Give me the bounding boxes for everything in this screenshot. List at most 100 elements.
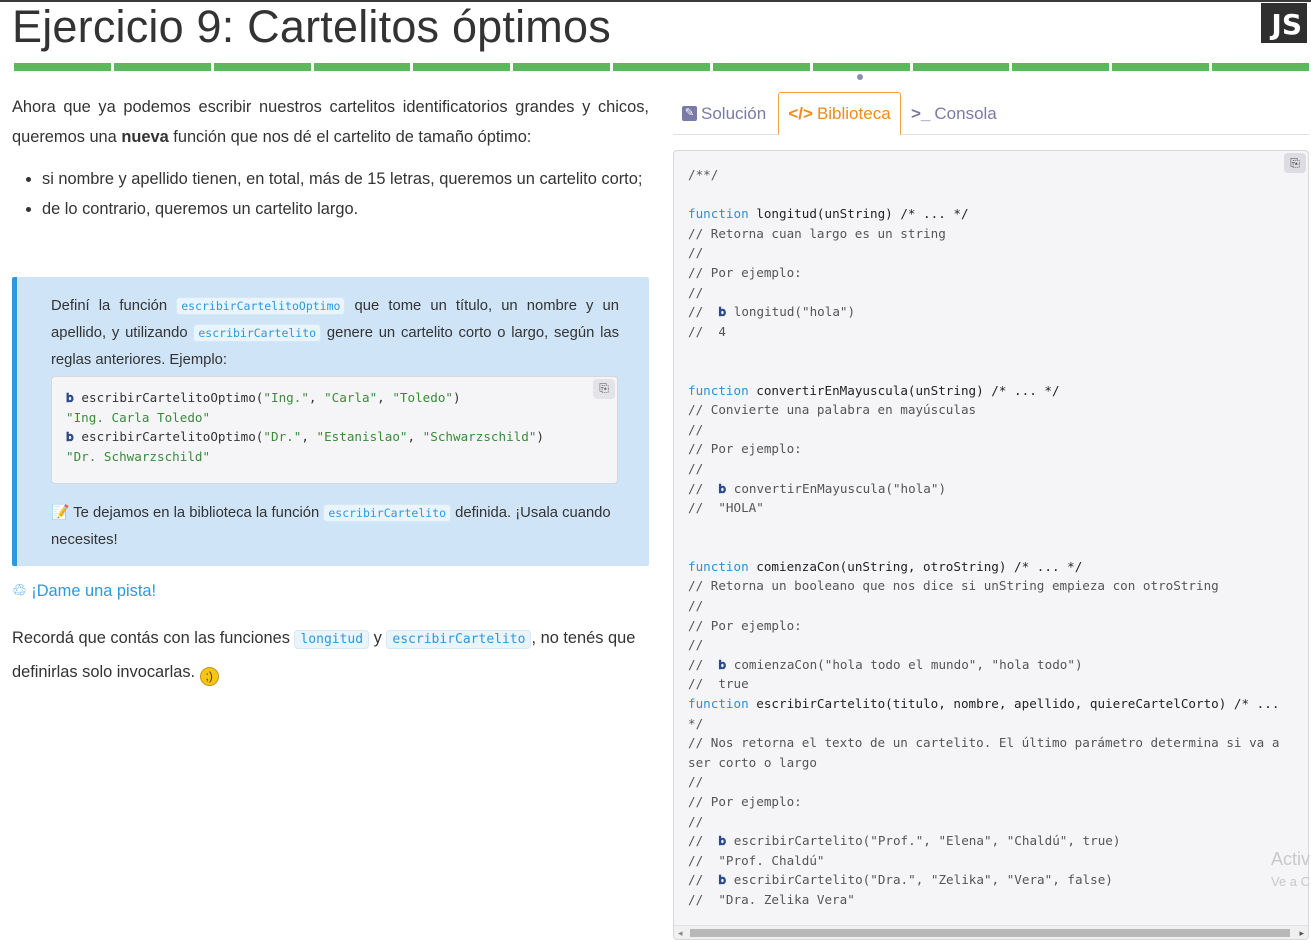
progress-step[interactable] (14, 63, 111, 71)
task-callout: Definí la función escribirCartelitoOptim… (12, 277, 649, 566)
watermark-line: Ve a C (1271, 874, 1311, 889)
tab-label: Consola (934, 103, 997, 123)
code-line: // "Prof. Chaldú" (688, 852, 825, 868)
code-text: escribirCartelitoOptimo( (81, 429, 264, 445)
code-line: // (688, 637, 704, 653)
library-code-panel[interactable]: /**/ function longitud(unString) /* ... *… (673, 150, 1309, 940)
inline-code: escribirCartelito (386, 630, 532, 649)
comment-text: comienzaCon("hola todo el mundo", "hola … (726, 656, 1083, 672)
hint-link[interactable]: ♲ ¡Dame una pista! (12, 578, 156, 604)
comment-prefix: // (688, 656, 719, 672)
task-text: Definí la función (51, 298, 177, 314)
code-line: ser corto o largo (688, 754, 817, 770)
code-line: // Por ejemplo: (688, 794, 802, 809)
progress-step[interactable] (1112, 63, 1210, 71)
progress-step[interactable] (213, 63, 311, 71)
terminal-icon: >_ (911, 103, 931, 123)
tab-label: Biblioteca (816, 103, 891, 123)
code-line: // Nos retorna el texto de un cartelito.… (688, 735, 1280, 751)
prompt-icon: 𝐛 (66, 429, 74, 445)
progress-step[interactable] (1212, 63, 1309, 71)
comment-text: convertirEnMayuscula("hola") (726, 480, 947, 496)
rules-list: si nombre y apellido tienen, en total, m… (42, 164, 649, 224)
code-line: // "HOLA" (688, 500, 764, 516)
list-item: si nombre y apellido tienen, en total, m… (42, 164, 649, 194)
progress-step[interactable] (712, 63, 810, 71)
progress-step[interactable] (413, 63, 511, 71)
prompt-icon: 𝐛 (718, 480, 727, 496)
windows-activation-watermark: Activ Ve a C (1271, 848, 1310, 894)
code-string: "Dr." (263, 429, 302, 445)
prompt-icon: 𝐛 (718, 872, 727, 888)
memo-icon: 📝 (51, 505, 70, 521)
code-line: // (688, 284, 704, 300)
reminder-part: Recordá que contás con las funciones (12, 629, 295, 647)
code-line: /**/ (688, 167, 719, 182)
prompt-icon: 𝐛 (718, 656, 727, 672)
code-string: "Ing." (263, 390, 309, 405)
comment-text: escribirCartelito("Dra.", "Zelika", "Ver… (726, 872, 1113, 888)
function-signature: escribirCartelito(titulo, nombre, apelli… (748, 696, 1280, 712)
scrollbar-thumb[interactable] (690, 929, 1290, 937)
code-line: // "Dra. Zelika Vera" (688, 891, 855, 907)
code-line: function comienzaCon(unString, otroStrin… (688, 557, 1279, 577)
library-code: /**/ function longitud(unString) /* ... *… (688, 165, 1279, 910)
code-line: // Por ejemplo: (688, 264, 802, 280)
inline-code: longitud (294, 630, 370, 649)
progress-step[interactable] (113, 63, 211, 71)
reminder-part: y (369, 629, 387, 647)
comment-prefix: // (688, 872, 719, 888)
prompt-icon: 𝐛 (718, 833, 727, 849)
keyword: function (688, 206, 749, 222)
inline-code: escribirCartelito (193, 324, 322, 342)
code-line: // 𝐛 longitud("hola") (688, 302, 1279, 322)
code-string: "Carla" (324, 390, 378, 405)
code-line: // 4 (688, 323, 726, 339)
code-line: */ (688, 715, 704, 731)
code-line: // Convierte una palabra en mayúsculas (688, 402, 977, 418)
watermark-line: Activ (1271, 849, 1311, 869)
code-line: // Por ejemplo: (688, 617, 802, 633)
tab-consola[interactable]: >_ Consola (911, 92, 997, 135)
code-line: // (688, 460, 704, 476)
progress-step-current[interactable] (812, 63, 910, 71)
code-line: // 𝐛 convertirEnMayuscula("hola") (688, 479, 1279, 499)
scroll-left-icon[interactable]: ◂ (678, 928, 683, 939)
comment-text: longitud("hola") (726, 304, 856, 320)
progress-step[interactable] (513, 63, 611, 71)
code-result: "Ing. Carla Toledo" (66, 409, 211, 425)
scroll-right-icon[interactable]: ▸ (1299, 928, 1304, 939)
comment-prefix: // (688, 304, 719, 320)
task-description: Definí la función escribirCartelitoOptim… (51, 293, 619, 374)
code-line: // Retorna un booleano que nos dice si u… (688, 578, 1219, 594)
tab-biblioteca[interactable]: </> Biblioteca (778, 92, 901, 135)
code-result: "Dr. Schwarzschild" (66, 448, 211, 464)
prompt-icon: 𝐛 (66, 390, 74, 405)
tab-solucion[interactable]: ✎ Solución (682, 92, 766, 135)
current-step-indicator (857, 74, 863, 80)
inline-code: escribirCartelito (323, 504, 452, 522)
edit-icon: ✎ (682, 106, 697, 121)
progress-step[interactable] (1012, 63, 1110, 71)
copy-icon[interactable]: ⎘ (1284, 153, 1306, 173)
library-note: 📝 Te dejamos en la biblioteca la función… (51, 500, 619, 554)
copy-icon[interactable]: ⎘ (593, 379, 615, 399)
code-line: // (688, 774, 704, 790)
code-line: // Retorna cuan largo es un string (688, 225, 946, 241)
progress-step[interactable] (613, 63, 710, 71)
lightbulb-icon: ♲ (12, 582, 27, 600)
code-text: escribirCartelitoOptimo( (81, 390, 264, 405)
progress-step[interactable] (912, 63, 1010, 71)
code-line: // 𝐛 comienzaCon("hola todo el mundo", "… (688, 655, 1279, 675)
keyword: function (688, 696, 749, 712)
progress-step[interactable] (313, 63, 411, 71)
inline-code: escribirCartelitoOptimo (176, 297, 346, 315)
statement-intro: Ahora que ya podemos escribir nuestros c… (12, 92, 649, 152)
horizontal-scrollbar[interactable]: ◂ ▸ (674, 925, 1308, 939)
code-line: function escribirCartelito(titulo, nombr… (688, 694, 1279, 714)
keyword: function (688, 382, 749, 398)
editor-tabs: ✎ Solución </> Biblioteca >_ Consola (673, 92, 1309, 135)
